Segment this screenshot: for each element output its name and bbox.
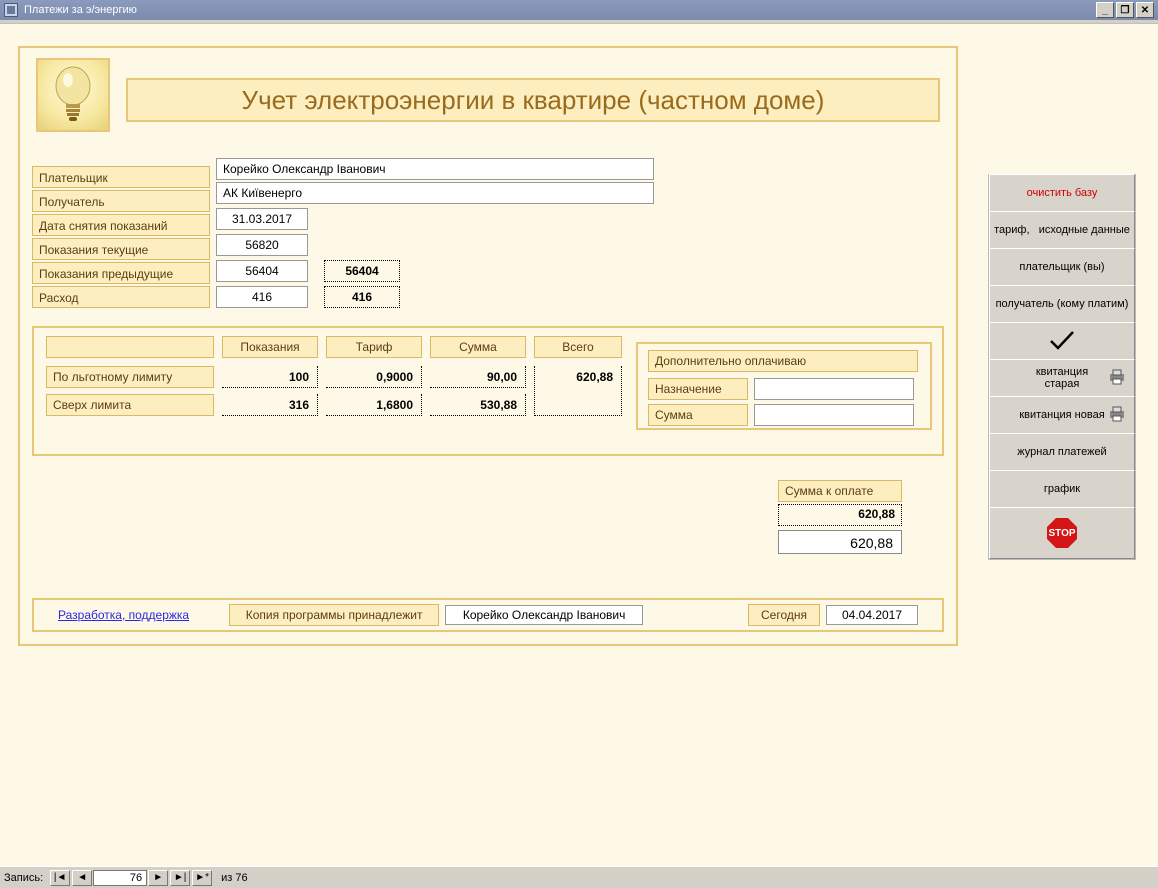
recnav-new-button[interactable]: ►* (192, 870, 212, 886)
dev-support-link[interactable]: Разработка, поддержка (58, 608, 189, 622)
label-read-date: Дата снятия показаний (32, 214, 210, 236)
calc-row0-readings: 100 (222, 366, 318, 388)
today-label: Сегодня (748, 604, 820, 626)
summary-final[interactable]: 620,88 (778, 530, 902, 554)
recnav-label: Запись: (4, 872, 43, 884)
receipt-old-button[interactable]: квитанция старая (989, 359, 1135, 397)
checkmark-icon (1048, 329, 1076, 354)
additional-purpose-input[interactable] (754, 378, 914, 400)
calc-header-tariff: Тариф (326, 336, 422, 358)
calc-row0-tariff: 0,9000 (326, 366, 422, 388)
window-close-button[interactable]: ✕ (1136, 2, 1154, 18)
field-previous-copy: 56404 (324, 260, 400, 282)
recipient-button[interactable]: получатель (кому платим) (989, 285, 1135, 323)
receipt-new-button[interactable]: квитанция новая (989, 396, 1135, 434)
window-minimize-button[interactable]: _ (1096, 2, 1114, 18)
field-payer[interactable]: Корейко Олександр Іванович (216, 158, 654, 180)
window-titlebar: Платежи за э/энергию _ ❐ ✕ (0, 0, 1158, 20)
stop-button[interactable]: STOP (989, 507, 1135, 559)
recnav-of: из 76 (221, 872, 247, 884)
page-title: Учет электроэнергии в квартире (частном … (126, 78, 940, 122)
ok-button[interactable] (989, 322, 1135, 360)
field-current[interactable]: 56820 (216, 234, 308, 256)
window-title: Платежи за э/энергию (24, 4, 137, 16)
label-current: Показания текущие (32, 238, 210, 260)
copy-label: Копия программы принадлежит (229, 604, 439, 626)
calc-blank-header (46, 336, 214, 358)
payer-button[interactable]: плательщик (вы) (989, 248, 1135, 286)
recnav-prev-button[interactable]: ◄ (72, 870, 92, 886)
summary-label: Сумма к оплате (778, 480, 902, 502)
additional-sum-input[interactable] (754, 404, 914, 426)
calc-row1-tariff: 1,6800 (326, 394, 422, 416)
window-sysmenu-icon[interactable] (4, 3, 18, 17)
journal-button[interactable]: журнал платежей (989, 433, 1135, 471)
field-read-date[interactable]: 31.03.2017 (216, 208, 308, 230)
label-consumption: Расход (32, 286, 210, 308)
calc-row1-amount: 530,88 (430, 394, 526, 416)
calc-row0-label: По льготному лимиту (46, 366, 214, 388)
recnav-last-button[interactable]: ►| (170, 870, 190, 886)
lightbulb-icon (36, 58, 110, 132)
calc-header-total: Всего (534, 336, 622, 358)
tariff-button[interactable]: тариф, исходные данные (989, 211, 1135, 249)
field-consumption-copy: 416 (324, 286, 400, 308)
clear-db-button[interactable]: очистить базу (989, 174, 1135, 212)
record-navigator: Запись: |◄ ◄ ► ►| ►* из 76 (0, 866, 1158, 888)
label-recipient: Получатель (32, 190, 210, 212)
sidebar-buttons: очистить базу тариф, исходные данные пла… (988, 174, 1136, 560)
recnav-first-button[interactable]: |◄ (50, 870, 70, 886)
today-value: 04.04.2017 (826, 605, 918, 625)
calc-row0-amount: 90,00 (430, 366, 526, 388)
field-consumption[interactable]: 416 (216, 286, 308, 308)
form-canvas: Учет электроэнергии в квартире (частном … (0, 24, 1158, 866)
field-previous[interactable]: 56404 (216, 260, 308, 282)
chart-button[interactable]: график (989, 470, 1135, 508)
calc-row1-readings: 316 (222, 394, 318, 416)
calc-header-amount: Сумма (430, 336, 526, 358)
recnav-current-input[interactable] (93, 870, 147, 886)
recnav-next-button[interactable]: ► (148, 870, 168, 886)
label-previous: Показания предыдущие (32, 262, 210, 284)
copy-owner: Корейко Олександр Іванович (445, 605, 643, 625)
additional-purpose-label: Назначение (648, 378, 748, 400)
additional-frame: Дополнительно оплачиваю Назначение Сумма (636, 342, 932, 430)
calc-row1-label: Сверх лимита (46, 394, 214, 416)
calc-header-readings: Показания (222, 336, 318, 358)
printer-icon (1108, 406, 1126, 425)
calc-frame: Показания Тариф Сумма Всего По льготному… (32, 326, 944, 456)
footer-bar: Разработка, поддержка Копия программы пр… (32, 598, 944, 632)
additional-title: Дополнительно оплачиваю (648, 350, 918, 372)
main-frame: Учет электроэнергии в квартире (частном … (18, 46, 958, 646)
printer-icon (1108, 369, 1126, 388)
field-recipient[interactable]: АК Київенерго (216, 182, 654, 204)
additional-sum-label: Сумма (648, 404, 748, 426)
stop-icon: STOP (1047, 518, 1077, 548)
calc-total: 620,88 (534, 366, 622, 416)
window-restore-button[interactable]: ❐ (1116, 2, 1134, 18)
summary-calc: 620,88 (778, 504, 902, 526)
label-payer: Плательщик (32, 166, 210, 188)
